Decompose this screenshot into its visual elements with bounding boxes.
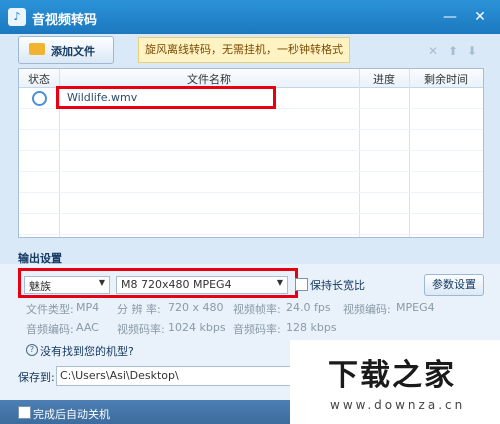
video-codec-value: MPEG4 <box>396 301 435 314</box>
audio-codec-value: AAC <box>76 321 99 334</box>
keep-ratio-label: 保持长宽比 <box>310 279 365 292</box>
audio-bitrate-value: 128 kbps <box>286 321 337 334</box>
table-row-empty <box>19 130 483 151</box>
col-remaining[interactable]: 剩余时间 <box>409 71 483 87</box>
add-file-button[interactable]: 添加文件 <box>18 36 114 64</box>
save-path-input[interactable]: C:\Users\Asi\Desktop\ <box>56 366 301 386</box>
table-row-empty <box>19 151 483 172</box>
col-status[interactable]: 状态 <box>19 71 59 87</box>
auto-shutdown-label: 完成后自动关机 <box>33 408 110 421</box>
save-to-label: 保存到: <box>18 371 55 384</box>
video-bitrate-label: 视频码率: <box>117 323 165 336</box>
highlight-frame <box>18 268 298 298</box>
move-down-icon[interactable]: ⬇ <box>467 44 477 58</box>
table-row-empty <box>19 109 483 130</box>
file-type-value: MP4 <box>76 301 100 314</box>
keep-ratio-checkbox[interactable] <box>295 278 308 291</box>
table-row-empty <box>19 172 483 193</box>
clock-icon <box>32 91 47 106</box>
video-codec-label: 视频编码: <box>343 303 391 316</box>
move-up-icon[interactable]: ⬆ <box>448 44 458 58</box>
table-row-empty <box>19 214 483 235</box>
watermark-logo: 下载之家 <box>328 358 456 393</box>
folder-icon <box>29 43 45 55</box>
close-button[interactable]: ✕ <box>470 8 490 26</box>
file-type-label: 文件类型: <box>26 303 74 316</box>
resolution-label: 分 辨 率: <box>117 303 161 316</box>
window-title: 音视频转码 <box>32 13 98 28</box>
video-bitrate-value: 1024 kbps <box>168 321 226 334</box>
audio-codec-label: 音频编码: <box>26 323 74 336</box>
minimize-button[interactable]: — <box>440 8 460 26</box>
promo-tip[interactable]: 旋风离线转码，无需挂机，一秒钟转格式 <box>138 37 350 63</box>
highlight-frame <box>56 86 276 109</box>
title-bar: ♪ 音视频转码 — ✕ <box>0 0 500 34</box>
missing-model-link[interactable]: 没有找到您的机型? <box>40 343 134 359</box>
video-fps-label: 视频帧率: <box>233 303 281 316</box>
help-icon: ? <box>26 344 38 356</box>
video-fps-value: 24.0 fps <box>286 301 331 314</box>
watermark-url: www.downza.cn <box>330 398 466 412</box>
auto-shutdown-checkbox[interactable] <box>18 406 31 419</box>
resolution-value: 720 x 480 <box>168 301 224 314</box>
col-progress[interactable]: 进度 <box>359 71 409 87</box>
col-filename[interactable]: 文件名称 <box>59 71 359 87</box>
table-row-empty <box>19 193 483 214</box>
params-button[interactable]: 参数设置 <box>424 274 484 296</box>
app-icon: ♪ <box>8 8 26 26</box>
delete-icon[interactable]: ✕ <box>428 44 438 58</box>
add-file-label: 添加文件 <box>51 45 95 58</box>
audio-bitrate-label: 音频码率: <box>233 323 281 336</box>
